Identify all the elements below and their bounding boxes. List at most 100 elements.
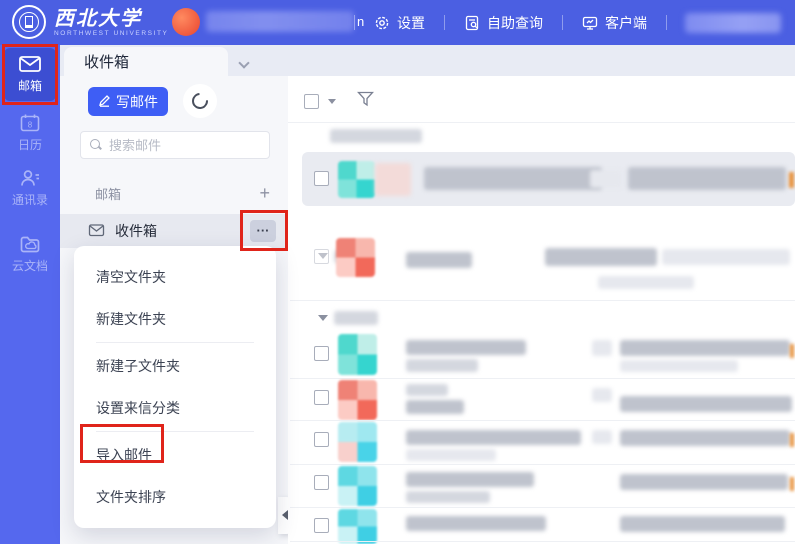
compose-button[interactable]: 写邮件: [88, 87, 168, 116]
redacted-text: [590, 170, 622, 188]
mail-app-window: 西北大学 NORTHWEST UNIVERSITY n 设置 自助查询 客户端 …: [0, 0, 795, 544]
list-divider: [290, 378, 795, 379]
menu-item-incoming-mail-rules[interactable]: 设置来信分类: [74, 387, 276, 429]
redacted-text: [598, 276, 694, 289]
tab-inbox[interactable]: 收件箱: [64, 47, 228, 76]
svg-text:8: 8: [28, 121, 33, 130]
redacted-sender: [406, 252, 472, 268]
gear-icon: [374, 15, 390, 31]
mail-row-checkbox[interactable]: [314, 518, 329, 533]
rail-item-calendar[interactable]: 8 日历: [4, 113, 56, 153]
user-avatar[interactable]: [172, 8, 200, 36]
sender-avatar: [338, 161, 375, 198]
inbox-label: 收件箱: [115, 223, 157, 239]
sender-avatar: [338, 466, 377, 506]
list-toolbar: [304, 88, 784, 114]
redacted-group-header: [330, 129, 422, 143]
folder-context-menu: 清空文件夹 新建文件夹 新建子文件夹 设置来信分类 导入邮件 文件夹排序: [74, 246, 276, 528]
redacted-flag-icon: [790, 477, 794, 491]
list-divider: [290, 507, 795, 508]
menu-item-new-subfolder[interactable]: 新建子文件夹: [74, 345, 276, 387]
mail-row-checkbox[interactable]: [314, 249, 329, 264]
redacted-flag-icon: [790, 433, 794, 447]
sender-avatar: [338, 422, 377, 462]
select-all-checkbox[interactable]: [304, 93, 319, 109]
client-label: 客户端: [605, 14, 647, 31]
search-box[interactable]: [80, 131, 270, 159]
redacted-text: [592, 340, 612, 356]
menu-divider: [96, 342, 254, 343]
client-monitor-icon: [582, 15, 598, 31]
list-divider: [290, 541, 795, 542]
redacted-sender: [406, 516, 546, 531]
mail-icon: [4, 54, 56, 74]
redacted-flag-icon: [790, 344, 794, 358]
refresh-icon: [188, 89, 212, 113]
client-button[interactable]: 客户端: [563, 13, 666, 33]
menu-item-import-mail[interactable]: 导入邮件: [74, 434, 276, 476]
redacted-group-header: [334, 311, 378, 325]
redacted-user-name: [206, 11, 354, 32]
add-folder-button[interactable]: +: [259, 184, 270, 202]
redacted-text: [406, 491, 490, 503]
self-service-query-button[interactable]: 自助查询: [445, 13, 562, 33]
search-input[interactable]: [109, 137, 239, 153]
topbar-divider: [666, 15, 667, 30]
filter-funnel-icon[interactable]: [357, 91, 374, 112]
folder-item-inbox[interactable]: 收件箱 ···: [60, 214, 288, 248]
self-service-query-icon: [464, 15, 480, 31]
redacted-text: [406, 449, 496, 461]
group-collapse-triangle-icon[interactable]: [318, 315, 328, 321]
redacted-sender: [406, 340, 526, 355]
redacted-subject: [620, 474, 788, 490]
redacted-flag-icon: [789, 172, 794, 188]
sender-avatar: [336, 238, 375, 277]
menu-item-new-folder[interactable]: 新建文件夹: [74, 298, 276, 340]
mail-row-checkbox[interactable]: [314, 171, 329, 186]
sender-avatar: [338, 509, 377, 544]
redacted-sender: [406, 472, 534, 487]
redacted-subject: [620, 516, 785, 532]
mail-row-checkbox[interactable]: [314, 432, 329, 447]
redacted-text: [592, 388, 612, 402]
redacted-topbar-item: [685, 12, 781, 33]
rail-item-cloud-docs[interactable]: 云文档: [4, 234, 56, 274]
rail-item-label: 邮箱: [17, 79, 42, 93]
list-divider: [290, 300, 795, 301]
university-subtitle: NORTHWEST UNIVERSITY: [54, 29, 169, 37]
mailbox-section-header: 邮箱 +: [60, 180, 288, 206]
rail-item-label: 通讯录: [11, 193, 48, 207]
chevron-down-icon[interactable]: [238, 54, 256, 70]
settings-button[interactable]: 设置: [355, 13, 444, 33]
redacted-text: [592, 430, 612, 444]
menu-item-folder-sort[interactable]: 文件夹排序: [74, 476, 276, 518]
list-divider: [290, 464, 795, 465]
list-divider: [290, 420, 795, 421]
redacted-preview: [628, 167, 786, 190]
settings-label: 设置: [397, 14, 425, 31]
rail-item-contacts[interactable]: 通讯录: [4, 168, 56, 208]
tab-inbox-label: 收件箱: [84, 54, 130, 71]
university-name: 西北大学: [54, 7, 142, 30]
redacted-preview: [620, 430, 790, 446]
rail-item-label: 日历: [17, 138, 42, 152]
mail-row-checkbox[interactable]: [314, 475, 329, 490]
inbox-icon: [88, 223, 105, 240]
rail-item-label: 云文档: [11, 259, 48, 273]
mail-row-checkbox[interactable]: [314, 346, 329, 361]
pencil-icon: [98, 94, 111, 110]
rail-item-mail[interactable]: 邮箱: [4, 48, 56, 101]
mail-row-checkbox[interactable]: [314, 390, 329, 405]
select-dropdown-caret-icon[interactable]: [328, 98, 336, 104]
top-bar: 西北大学 NORTHWEST UNIVERSITY n 设置 自助查询 客户端: [0, 0, 795, 45]
refresh-button[interactable]: [183, 84, 217, 118]
inbox-more-button[interactable]: ···: [250, 220, 276, 242]
redacted-subject: [424, 167, 602, 190]
sender-avatar: [338, 334, 377, 375]
redacted-subject: [620, 340, 790, 356]
mailbox-section-label: 邮箱: [95, 186, 122, 202]
redacted-sender: [406, 400, 464, 414]
menu-item-empty-folder[interactable]: 清空文件夹: [74, 256, 276, 298]
university-seal-icon: [12, 5, 46, 39]
university-logo: 西北大学 NORTHWEST UNIVERSITY: [12, 5, 168, 39]
